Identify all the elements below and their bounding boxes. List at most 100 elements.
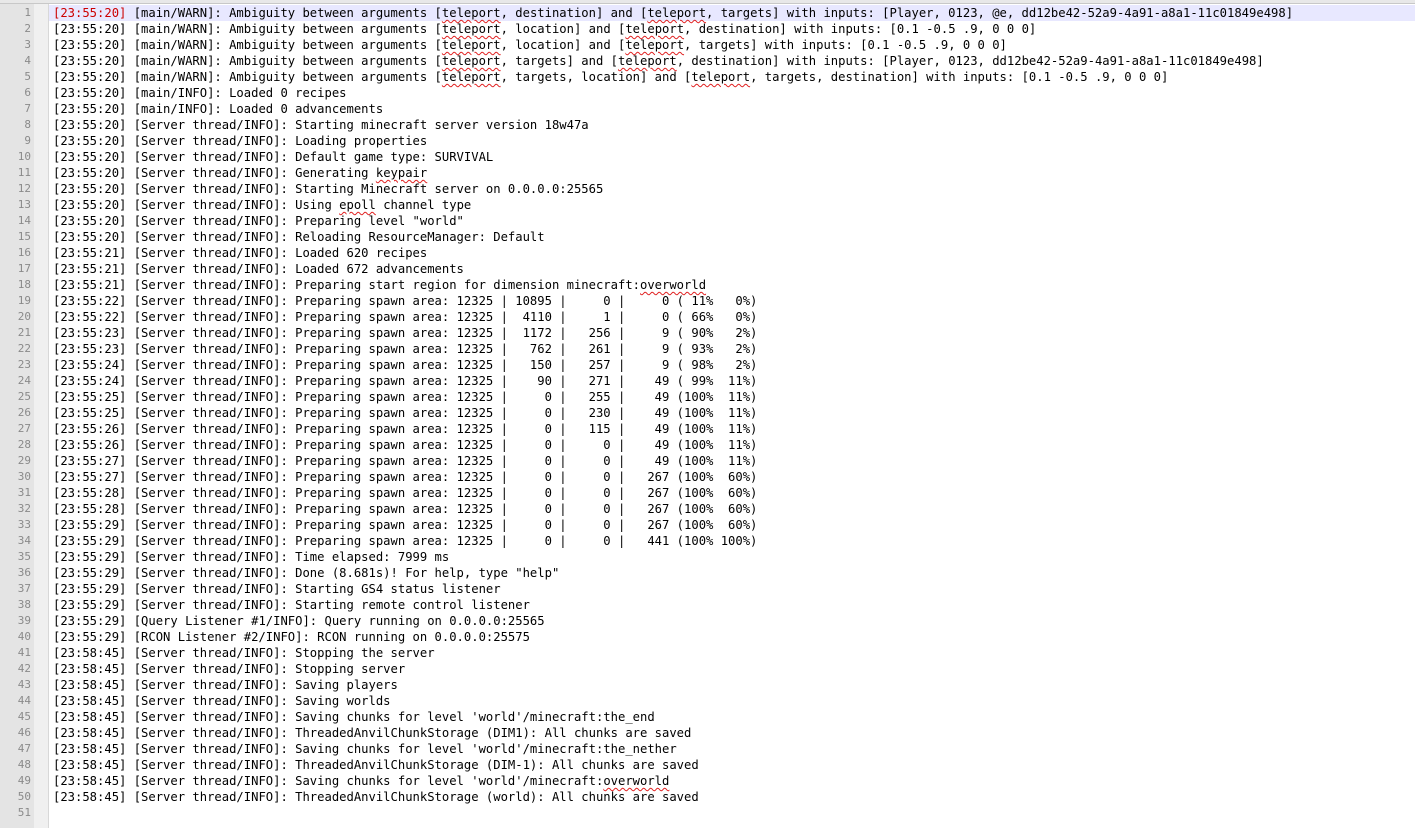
line-text[interactable]: [23:55:27] [Server thread/INFO]: Prepari… xyxy=(53,453,757,469)
line-text[interactable]: [23:55:29] [Server thread/INFO]: Prepari… xyxy=(53,533,757,549)
editor-line[interactable]: 5 [23:55:20] [main/WARN]: Ambiguity betwe… xyxy=(0,69,1415,85)
editor-line[interactable]: 24 [23:55:24] [Server thread/INFO]: Prepa… xyxy=(0,373,1415,389)
line-text[interactable]: [23:55:20] [Server thread/INFO]: Reloadi… xyxy=(53,229,545,245)
line-text[interactable]: [23:55:29] [Query Listener #1/INFO]: Que… xyxy=(53,613,545,629)
editor-line[interactable]: 43 [23:58:45] [Server thread/INFO]: Savin… xyxy=(0,677,1415,693)
line-text[interactable]: [23:55:20] [main/WARN]: Ambiguity betwee… xyxy=(53,69,1168,85)
editor-line[interactable]: 42 [23:58:45] [Server thread/INFO]: Stopp… xyxy=(0,661,1415,677)
editor-line[interactable]: 23 [23:55:24] [Server thread/INFO]: Prepa… xyxy=(0,357,1415,373)
line-text[interactable]: [23:55:20] [Server thread/INFO]: Prepari… xyxy=(53,213,464,229)
line-text[interactable]: [23:55:24] [Server thread/INFO]: Prepari… xyxy=(53,357,757,373)
editor-line[interactable]: 51 xyxy=(0,805,1415,821)
editor-line[interactable]: 38 [23:55:29] [Server thread/INFO]: Start… xyxy=(0,597,1415,613)
editor-line[interactable]: 11 [23:55:20] [Server thread/INFO]: Gener… xyxy=(0,165,1415,181)
editor-line[interactable]: 14 [23:55:20] [Server thread/INFO]: Prepa… xyxy=(0,213,1415,229)
line-text[interactable]: [23:55:20] [main/WARN]: Ambiguity betwee… xyxy=(53,21,1036,37)
line-text[interactable]: [23:55:24] [Server thread/INFO]: Prepari… xyxy=(53,373,757,389)
editor-line[interactable]: 7 [23:55:20] [main/INFO]: Loaded 0 advanc… xyxy=(0,101,1415,117)
line-text[interactable]: [23:55:23] [Server thread/INFO]: Prepari… xyxy=(53,325,757,341)
line-text[interactable]: [23:58:45] [Server thread/INFO]: Stoppin… xyxy=(53,645,435,661)
editor-line[interactable]: 28 [23:55:26] [Server thread/INFO]: Prepa… xyxy=(0,437,1415,453)
editor-line[interactable]: 41 [23:58:45] [Server thread/INFO]: Stopp… xyxy=(0,645,1415,661)
line-text[interactable]: [23:55:20] [Server thread/INFO]: Loading… xyxy=(53,133,427,149)
editor-line[interactable]: 19 [23:55:22] [Server thread/INFO]: Prepa… xyxy=(0,293,1415,309)
editor-line[interactable]: 16 [23:55:21] [Server thread/INFO]: Loade… xyxy=(0,245,1415,261)
line-text[interactable]: [23:58:45] [Server thread/INFO]: Threade… xyxy=(53,789,699,805)
editor-line[interactable]: 47 [23:58:45] [Server thread/INFO]: Savin… xyxy=(0,741,1415,757)
editor-line[interactable]: 17 [23:55:21] [Server thread/INFO]: Loade… xyxy=(0,261,1415,277)
editor-line[interactable]: 26 [23:55:25] [Server thread/INFO]: Prepa… xyxy=(0,405,1415,421)
editor-line[interactable]: 29 [23:55:27] [Server thread/INFO]: Prepa… xyxy=(0,453,1415,469)
line-text[interactable]: [23:55:29] [Server thread/INFO]: Time el… xyxy=(53,549,449,565)
editor-line[interactable]: 12 [23:55:20] [Server thread/INFO]: Start… xyxy=(0,181,1415,197)
line-text[interactable]: [23:55:20] [Server thread/INFO]: Startin… xyxy=(53,117,589,133)
editor-line[interactable]: 36 [23:55:29] [Server thread/INFO]: Done … xyxy=(0,565,1415,581)
editor-line[interactable]: 8 [23:55:20] [Server thread/INFO]: Starti… xyxy=(0,117,1415,133)
editor-line[interactable]: 15 [23:55:20] [Server thread/INFO]: Reloa… xyxy=(0,229,1415,245)
line-text[interactable]: [23:55:29] [Server thread/INFO]: Startin… xyxy=(53,597,530,613)
editor-line[interactable]: 33 [23:55:29] [Server thread/INFO]: Prepa… xyxy=(0,517,1415,533)
editor-line[interactable]: 4 [23:55:20] [main/WARN]: Ambiguity betwe… xyxy=(0,53,1415,69)
text-area[interactable]: 1 [23:55:20] [main/WARN]: Ambiguity betwe… xyxy=(0,5,1415,821)
line-text[interactable]: [23:58:45] [Server thread/INFO]: Saving … xyxy=(53,741,677,757)
editor-line[interactable]: 48 [23:58:45] [Server thread/INFO]: Threa… xyxy=(0,757,1415,773)
editor-line[interactable]: 13 [23:55:20] [Server thread/INFO]: Using… xyxy=(0,197,1415,213)
line-text[interactable]: [23:55:20] [main/WARN]: Ambiguity betwee… xyxy=(53,37,1007,53)
line-text[interactable]: [23:55:20] [main/WARN]: Ambiguity betwee… xyxy=(53,5,1293,21)
editor-line[interactable]: 50 [23:58:45] [Server thread/INFO]: Threa… xyxy=(0,789,1415,805)
line-text[interactable]: [23:55:25] [Server thread/INFO]: Prepari… xyxy=(53,405,757,421)
editor-line[interactable]: 32 [23:55:28] [Server thread/INFO]: Prepa… xyxy=(0,501,1415,517)
editor-line[interactable]: 25 [23:55:25] [Server thread/INFO]: Prepa… xyxy=(0,389,1415,405)
line-text[interactable]: [23:55:29] [Server thread/INFO]: Done (8… xyxy=(53,565,559,581)
line-text[interactable]: [23:55:27] [Server thread/INFO]: Prepari… xyxy=(53,469,757,485)
line-text[interactable]: [23:58:45] [Server thread/INFO]: Saving … xyxy=(53,693,391,709)
editor-line[interactable]: 34 [23:55:29] [Server thread/INFO]: Prepa… xyxy=(0,533,1415,549)
line-text[interactable]: [23:55:21] [Server thread/INFO]: Loaded … xyxy=(53,261,464,277)
line-text[interactable]: [23:55:20] [main/INFO]: Loaded 0 advance… xyxy=(53,101,383,117)
line-text[interactable]: [23:55:20] [Server thread/INFO]: Using e… xyxy=(53,197,471,213)
editor-line[interactable]: 35 [23:55:29] [Server thread/INFO]: Time … xyxy=(0,549,1415,565)
line-text[interactable]: [23:55:20] [main/INFO]: Loaded 0 recipes xyxy=(53,85,347,101)
line-text[interactable]: [23:55:26] [Server thread/INFO]: Prepari… xyxy=(53,437,757,453)
line-text[interactable]: [23:58:45] [Server thread/INFO]: Saving … xyxy=(53,677,398,693)
line-text[interactable]: [23:55:28] [Server thread/INFO]: Prepari… xyxy=(53,485,757,501)
editor-line[interactable]: 20 [23:55:22] [Server thread/INFO]: Prepa… xyxy=(0,309,1415,325)
line-text[interactable]: [23:55:20] [Server thread/INFO]: Startin… xyxy=(53,181,603,197)
editor-line[interactable]: 31 [23:55:28] [Server thread/INFO]: Prepa… xyxy=(0,485,1415,501)
line-text[interactable]: [23:58:45] [Server thread/INFO]: Saving … xyxy=(53,709,655,725)
line-text[interactable]: [23:55:28] [Server thread/INFO]: Prepari… xyxy=(53,501,757,517)
editor-line[interactable]: 40 [23:55:29] [RCON Listener #2/INFO]: RC… xyxy=(0,629,1415,645)
text-editor[interactable]: 1 [23:55:20] [main/WARN]: Ambiguity betwe… xyxy=(0,0,1415,828)
editor-line[interactable]: 21 [23:55:23] [Server thread/INFO]: Prepa… xyxy=(0,325,1415,341)
editor-line[interactable]: 1 [23:55:20] [main/WARN]: Ambiguity betwe… xyxy=(0,5,1415,21)
editor-line[interactable]: 44 [23:58:45] [Server thread/INFO]: Savin… xyxy=(0,693,1415,709)
line-text[interactable]: [23:58:45] [Server thread/INFO]: Threade… xyxy=(53,757,699,773)
editor-line[interactable]: 22 [23:55:23] [Server thread/INFO]: Prepa… xyxy=(0,341,1415,357)
line-text[interactable]: [23:55:29] [Server thread/INFO]: Startin… xyxy=(53,581,501,597)
line-text[interactable]: [23:58:45] [Server thread/INFO]: Threade… xyxy=(53,725,691,741)
line-text[interactable]: [23:55:29] [RCON Listener #2/INFO]: RCON… xyxy=(53,629,530,645)
line-text[interactable]: [23:55:23] [Server thread/INFO]: Prepari… xyxy=(53,341,757,357)
line-text[interactable]: [23:55:20] [Server thread/INFO]: Default… xyxy=(53,149,493,165)
editor-line[interactable]: 9 [23:55:20] [Server thread/INFO]: Loadin… xyxy=(0,133,1415,149)
line-text[interactable]: [23:55:20] [main/WARN]: Ambiguity betwee… xyxy=(53,53,1264,69)
editor-line[interactable]: 30 [23:55:27] [Server thread/INFO]: Prepa… xyxy=(0,469,1415,485)
editor-line[interactable]: 3 [23:55:20] [main/WARN]: Ambiguity betwe… xyxy=(0,37,1415,53)
editor-line[interactable]: 45 [23:58:45] [Server thread/INFO]: Savin… xyxy=(0,709,1415,725)
line-text[interactable]: [23:55:25] [Server thread/INFO]: Prepari… xyxy=(53,389,757,405)
editor-line[interactable]: 39 [23:55:29] [Query Listener #1/INFO]: Q… xyxy=(0,613,1415,629)
editor-line[interactable]: 27 [23:55:26] [Server thread/INFO]: Prepa… xyxy=(0,421,1415,437)
line-text[interactable]: [23:55:29] [Server thread/INFO]: Prepari… xyxy=(53,517,757,533)
line-text[interactable]: [23:55:22] [Server thread/INFO]: Prepari… xyxy=(53,309,757,325)
editor-line[interactable]: 2 [23:55:20] [main/WARN]: Ambiguity betwe… xyxy=(0,21,1415,37)
editor-line[interactable]: 18 [23:55:21] [Server thread/INFO]: Prepa… xyxy=(0,277,1415,293)
line-text[interactable]: [23:58:45] [Server thread/INFO]: Stoppin… xyxy=(53,661,405,677)
editor-line[interactable]: 37 [23:55:29] [Server thread/INFO]: Start… xyxy=(0,581,1415,597)
editor-line[interactable]: 46 [23:58:45] [Server thread/INFO]: Threa… xyxy=(0,725,1415,741)
line-text[interactable]: [23:55:21] [Server thread/INFO]: Loaded … xyxy=(53,245,427,261)
editor-line[interactable]: 10 [23:55:20] [Server thread/INFO]: Defau… xyxy=(0,149,1415,165)
line-text[interactable]: [23:55:26] [Server thread/INFO]: Prepari… xyxy=(53,421,757,437)
editor-line[interactable]: 6 [23:55:20] [main/INFO]: Loaded 0 recipe… xyxy=(0,85,1415,101)
line-text[interactable]: [23:55:21] [Server thread/INFO]: Prepari… xyxy=(53,277,706,293)
line-text[interactable]: [23:55:22] [Server thread/INFO]: Prepari… xyxy=(53,293,757,309)
